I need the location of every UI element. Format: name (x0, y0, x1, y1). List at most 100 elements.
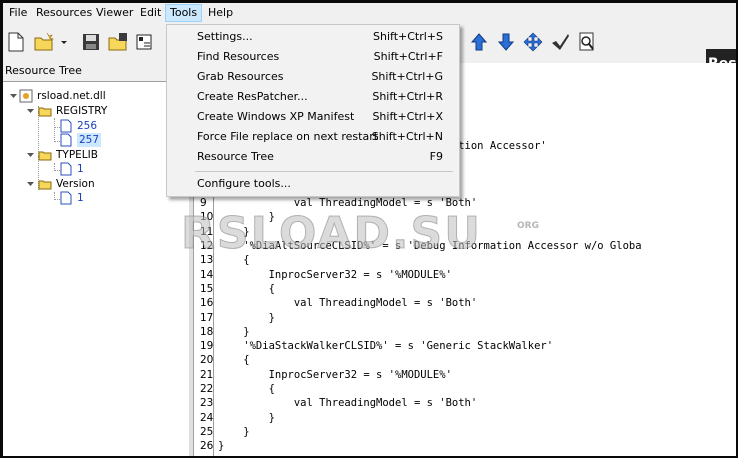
menu-tools[interactable]: Tools (165, 4, 203, 22)
menu-item-configure-tools[interactable]: Configure tools... (167, 174, 459, 194)
line-number: 16 (200, 297, 214, 309)
menu-item-shortcut: Shift+Ctrl+G (371, 70, 443, 83)
code-line[interactable]: } (218, 411, 275, 425)
watermark: RSLOAD.SU (181, 208, 482, 260)
tree-item-registry-256[interactable]: 256 (59, 119, 169, 133)
folder-open-icon (38, 151, 52, 161)
menu-item-shortcut: Shift+Ctrl+S (373, 30, 443, 43)
line-number: 21 (200, 369, 214, 381)
tree-item-label: 1 (77, 192, 84, 204)
resource-tree-title: Resource Tree (5, 64, 82, 77)
tree-item-version[interactable]: Version (38, 177, 178, 191)
code-line[interactable]: { (218, 353, 249, 367)
code-line[interactable]: val ThreadingModel = s 'Both' (218, 396, 477, 410)
open-folder-icon (34, 32, 54, 51)
properties-button[interactable] (134, 31, 156, 53)
menu-item-shortcut: Shift+Ctrl+N (371, 130, 443, 143)
menu-item-resource-tree[interactable]: Resource Tree F9 (167, 147, 459, 167)
code-line[interactable]: InprocServer32 = s '%MODULE%' (218, 368, 452, 382)
menu-item-grab-resources[interactable]: Grab Resources Shift+Ctrl+G (167, 67, 459, 87)
tree-item-registry-257[interactable]: 257 (59, 133, 169, 147)
move-down-button[interactable] (495, 31, 517, 53)
save-folder-icon (108, 33, 127, 51)
line-number: 19 (200, 340, 214, 352)
tree-item-label: REGISTRY (56, 105, 108, 117)
menu-item-shortcut: Shift+Ctrl+F (373, 50, 443, 63)
code-line[interactable]: } (218, 425, 249, 439)
document-icon (60, 119, 72, 133)
line-number: 17 (200, 312, 214, 324)
resource-tree[interactable]: rsload.net.dll REGISTRY 256 257 TYPELIB … (3, 81, 190, 456)
search-button[interactable] (576, 31, 598, 53)
menu-item-create-respatcher[interactable]: Create ResPatcher... Shift+Ctrl+R (167, 87, 459, 107)
tree-item-root[interactable]: rsload.net.dll (19, 89, 179, 103)
code-line[interactable]: InprocServer32 = s '%MODULE%' (218, 268, 452, 282)
collapse-registry-icon[interactable] (26, 107, 35, 116)
open-dropdown-button[interactable] (58, 31, 70, 53)
move-arrows-icon (523, 32, 543, 52)
save-button[interactable] (80, 31, 102, 53)
menu-file[interactable]: File (5, 5, 31, 21)
line-number: 15 (200, 283, 214, 295)
watermark-small: ORG (517, 221, 539, 231)
menu-item-label: Configure tools... (197, 177, 291, 190)
code-line[interactable]: val ThreadingModel = s 'Both' (218, 296, 477, 310)
menu-item-label: Resource Tree (197, 150, 274, 163)
collapse-root-icon[interactable] (9, 92, 18, 101)
menubar: File Resources Viewer Edit Tools Help (3, 3, 736, 23)
menu-edit[interactable]: Edit (136, 5, 165, 21)
tree-item-label: 1 (77, 163, 84, 175)
new-file-button[interactable] (5, 31, 27, 53)
tree-item-registry[interactable]: REGISTRY (38, 104, 178, 118)
line-number: 20 (200, 354, 214, 366)
code-line[interactable]: { (218, 382, 275, 396)
document-icon (60, 191, 72, 205)
tree-item-label: 257 (77, 133, 102, 147)
move-up-button[interactable] (468, 31, 490, 53)
magnifier-document-icon (579, 32, 594, 51)
code-line[interactable]: } (218, 311, 275, 325)
save-as-button[interactable] (107, 31, 129, 53)
tree-item-typelib[interactable]: TYPELIB (38, 148, 178, 162)
menu-item-label: Grab Resources (197, 70, 284, 83)
menu-viewer[interactable]: Viewer (92, 5, 137, 21)
menu-item-force-file-replace[interactable]: Force File replace on next restart Shift+… (167, 127, 459, 147)
line-number: 24 (200, 412, 214, 424)
code-line[interactable]: } (218, 325, 249, 339)
tree-item-label: Version (56, 178, 95, 190)
code-line[interactable]: { (218, 282, 275, 296)
document-icon (60, 133, 72, 147)
menu-item-shortcut: F9 (429, 150, 443, 163)
save-icon (83, 34, 99, 50)
menu-item-shortcut: Shift+Ctrl+X (372, 110, 443, 123)
app-window: File Resources Viewer Edit Tools Help Re… (3, 3, 736, 456)
menu-item-settings[interactable]: Settings... Shift+Ctrl+S (167, 27, 459, 47)
menu-help[interactable]: Help (204, 5, 237, 21)
check-button[interactable] (549, 31, 571, 53)
arrow-down-icon (497, 33, 515, 51)
tree-item-version-1[interactable]: 1 (59, 191, 169, 205)
tag-icon (136, 34, 152, 50)
folder-open-icon (38, 107, 52, 117)
open-file-button[interactable] (33, 31, 55, 53)
new-file-icon (8, 32, 24, 52)
menu-item-create-xp-manifest[interactable]: Create Windows XP Manifest Shift+Ctrl+X (167, 107, 459, 127)
code-line[interactable]: } (218, 439, 224, 453)
menu-resources[interactable]: Resources (32, 5, 96, 21)
tree-item-typelib-1[interactable]: 1 (59, 162, 169, 176)
line-number: 14 (200, 269, 214, 281)
tree-item-label: 256 (77, 120, 98, 132)
document-icon (60, 162, 72, 176)
menu-item-find-resources[interactable]: Find Resources Shift+Ctrl+F (167, 47, 459, 67)
move-button[interactable] (522, 31, 544, 53)
collapse-version-icon[interactable] (26, 180, 35, 189)
tree-item-label: rsload.net.dll (37, 90, 106, 102)
check-icon (552, 34, 569, 50)
tools-menu: Settings... Shift+Ctrl+S Find Resources Sh… (166, 24, 460, 197)
menu-separator (195, 171, 453, 172)
line-number: 22 (200, 383, 214, 395)
menu-item-label: Find Resources (197, 50, 280, 63)
collapse-typelib-icon[interactable] (26, 151, 35, 160)
line-number: 25 (200, 426, 214, 438)
code-line[interactable]: '%DiaStackWalkerCLSID%' = s 'Generic Sta… (218, 339, 553, 353)
